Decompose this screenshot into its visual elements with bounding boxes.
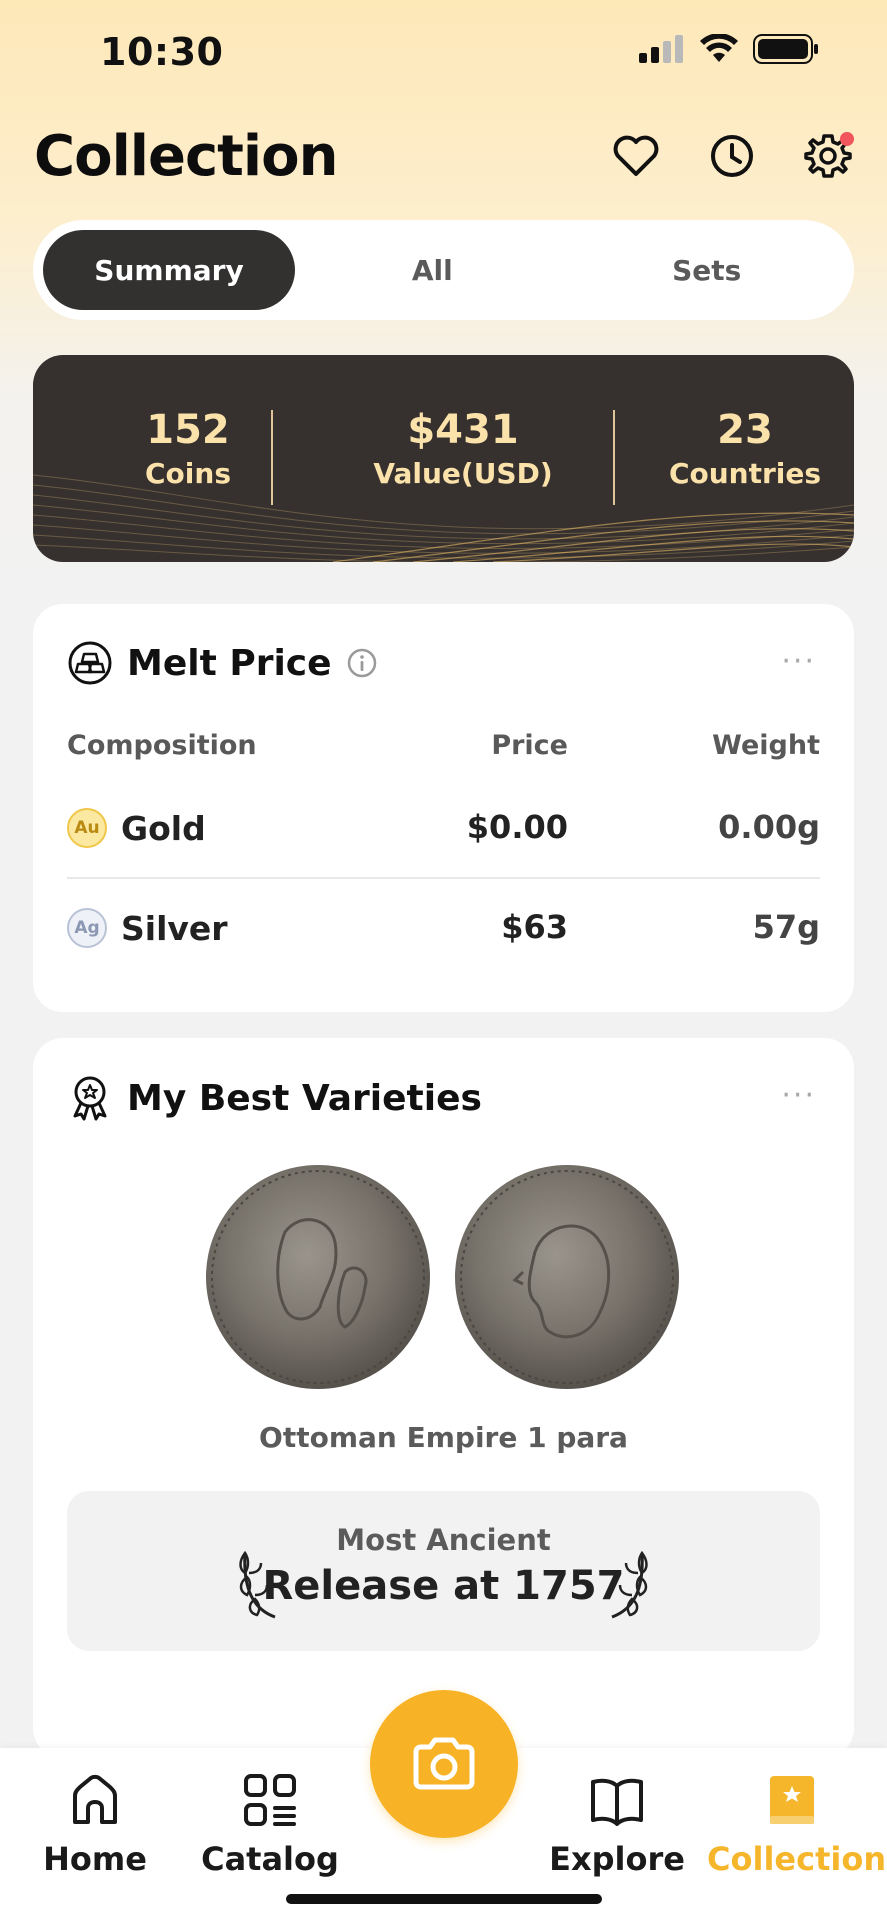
tab-catalog-label: Catalog	[201, 1840, 339, 1878]
melt-table-header: Composition Price Weight	[67, 730, 820, 770]
column-weight: Weight	[712, 730, 820, 761]
history-button[interactable]	[706, 130, 758, 182]
status-icons	[639, 34, 819, 64]
tab-explore-label: Explore	[549, 1840, 685, 1878]
stats-card: 152 Coins $431 Value(USD) 23 Countries	[33, 355, 854, 562]
tab-catalog[interactable]: Catalog	[185, 1748, 355, 1888]
silver-badge-icon: Ag	[67, 908, 107, 948]
clock-icon	[711, 135, 753, 177]
composition-cell: Au Gold	[67, 808, 206, 848]
price-cell: $63	[501, 908, 568, 946]
column-price: Price	[491, 730, 568, 761]
stat-coins: 152 Coins	[93, 407, 283, 490]
collection-icon	[770, 1776, 814, 1824]
composition-name: Gold	[121, 808, 206, 848]
best-varieties-title: My Best Varieties	[127, 1077, 482, 1119]
coin-obverse	[206, 1165, 430, 1389]
most-ancient-label: Most Ancient	[336, 1523, 551, 1557]
catalog-icon	[244, 1774, 296, 1826]
coin-images[interactable]	[205, 1162, 680, 1392]
camera-scan-button[interactable]	[370, 1690, 518, 1838]
melt-row-silver[interactable]: Ag Silver $63 57g	[67, 898, 820, 968]
book-icon	[591, 1778, 643, 1826]
settings-button[interactable]	[802, 130, 854, 182]
award-ribbon-icon	[73, 1076, 107, 1121]
stat-value-usd: $431 Value(USD)	[333, 407, 593, 490]
melt-price-header: Melt Price	[67, 640, 378, 686]
status-bar: 10:30	[0, 0, 887, 100]
info-icon[interactable]	[346, 647, 378, 679]
price-cell: $0.00	[466, 808, 568, 846]
stat-value-usd-label: Value(USD)	[373, 457, 553, 490]
coin-name: Ottoman Empire 1 para	[259, 1421, 628, 1454]
stat-divider	[271, 410, 273, 505]
heart-icon	[613, 135, 659, 176]
most-ancient-box: Most Ancient Release at 1757	[67, 1491, 820, 1651]
segmented-tabs: Summary All Sets	[33, 220, 854, 320]
header-actions	[610, 130, 854, 182]
page-title: Collection	[34, 124, 338, 189]
tab-explore[interactable]: Explore	[532, 1748, 702, 1888]
favorites-button[interactable]	[610, 130, 662, 182]
gold-badge-icon: Au	[67, 808, 107, 848]
weight-cell: 0.00g	[718, 808, 820, 846]
melt-price-title: Melt Price	[127, 642, 332, 684]
best-varieties-header: My Best Varieties	[67, 1074, 482, 1122]
most-ancient-value: Release at 1757	[262, 1563, 625, 1609]
melt-price-more-button[interactable]: ···	[781, 644, 816, 679]
header: Collection	[34, 120, 854, 200]
melt-row-gold[interactable]: Au Gold $0.00 0.00g	[67, 798, 820, 868]
composition-cell: Ag Silver	[67, 908, 228, 948]
cellular-signal-icon	[639, 35, 683, 63]
composition-name: Silver	[121, 908, 228, 948]
tab-collection[interactable]: Collection	[707, 1748, 887, 1888]
battery-icon	[753, 34, 818, 64]
best-varieties-card: My Best Varieties ··· Ottoman Empire 1 p…	[33, 1038, 854, 1758]
home-indicator	[286, 1894, 602, 1904]
best-varieties-more-button[interactable]: ···	[781, 1078, 816, 1113]
wifi-icon	[700, 34, 738, 62]
stat-value-usd-value: $431	[407, 407, 519, 453]
stat-divider	[613, 410, 615, 505]
tab-collection-label: Collection	[707, 1840, 887, 1878]
tab-sets[interactable]: Sets	[570, 230, 845, 310]
gold-bars-icon	[68, 641, 112, 685]
tab-all[interactable]: All	[295, 230, 570, 310]
camera-icon	[413, 1737, 475, 1790]
notification-dot	[840, 132, 854, 146]
stat-countries: 23 Countries	[650, 407, 840, 490]
row-divider	[67, 877, 820, 879]
melt-price-card: Melt Price ··· Composition Price Weight …	[33, 604, 854, 1012]
tab-summary[interactable]: Summary	[43, 230, 295, 310]
tab-home[interactable]: Home	[10, 1748, 180, 1888]
tab-home-label: Home	[43, 1840, 147, 1878]
stat-countries-label: Countries	[668, 457, 822, 490]
column-composition: Composition	[67, 730, 257, 761]
home-icon	[73, 1774, 117, 1824]
stat-coins-value: 152	[146, 407, 230, 453]
stat-countries-value: 23	[717, 407, 773, 453]
stat-coins-label: Coins	[145, 457, 231, 490]
coin-reverse	[455, 1165, 679, 1389]
status-time: 10:30	[100, 30, 224, 74]
weight-cell: 57g	[752, 908, 820, 946]
